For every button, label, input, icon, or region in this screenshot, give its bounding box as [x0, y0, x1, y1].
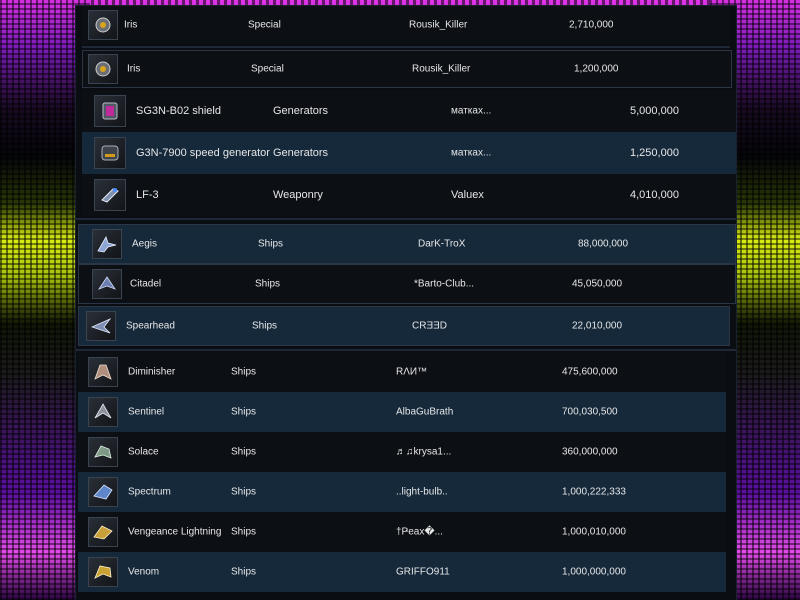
listing-row-citadel[interactable]: Citadel Ships *Barto-Club... 45,050,000 — [78, 264, 736, 304]
listing-category: Ships — [252, 320, 278, 332]
listing-name: Sentinel — [128, 406, 165, 418]
listing-seller: RΛИ™ — [396, 366, 428, 378]
row-divider — [76, 218, 736, 220]
ship-icon — [88, 557, 118, 587]
listing-seller: GRIFFO911 — [396, 566, 450, 578]
ship-icon — [88, 397, 118, 427]
listing-category: Ships — [231, 366, 257, 378]
listing-price: 45,050,000 — [572, 278, 623, 290]
listing-category: Ships — [231, 446, 257, 458]
listing-category: Generators — [273, 147, 329, 159]
ship-icon — [92, 229, 122, 259]
listing-price: 1,200,000 — [574, 63, 619, 75]
row-divider — [82, 46, 730, 48]
listing-row-spearhead[interactable]: Spearhead Ships CRƎƎD 22,010,000 — [78, 306, 730, 346]
listing-row-sg3n-b02-shield[interactable]: SG3N-B02 shield Generators матках... 5,0… — [82, 90, 736, 132]
listing-category: Weaponry — [273, 189, 323, 201]
shield-generator-icon — [94, 95, 126, 127]
listing-category: Generators — [273, 105, 329, 117]
listing-row-lf-3[interactable]: LF-3 Weaponry Valuex 4,010,000 — [82, 174, 736, 216]
listing-name: Vengeance Lightning — [128, 526, 222, 538]
listing-row-diminisher[interactable]: Diminisher Ships RΛИ™ 475,600,000 — [78, 352, 726, 392]
listing-price: 88,000,000 — [578, 238, 629, 250]
listing-seller: ♬♫krysa1... — [396, 446, 452, 458]
ship-icon — [88, 357, 118, 387]
ship-icon — [92, 269, 122, 299]
listing-name: Aegis — [132, 238, 158, 250]
listing-row-iris-2[interactable]: Iris Special Rousik_Killer 1,200,000 — [82, 50, 732, 88]
listing-name: Iris — [124, 19, 138, 31]
ship-icon — [88, 517, 118, 547]
listing-category: Special — [248, 19, 281, 31]
listing-name: Spectrum — [128, 486, 171, 498]
listing-category: Special — [251, 63, 284, 75]
drone-icon — [88, 54, 118, 84]
speed-generator-icon — [94, 137, 126, 169]
listing-seller: †Ҏeax�... — [396, 526, 443, 538]
ship-icon — [86, 311, 116, 341]
laser-cannon-icon — [94, 179, 126, 211]
listing-seller: Rousik_Killer — [412, 63, 471, 75]
listing-price: 360,000,000 — [562, 446, 618, 458]
listing-seller: Rousik_Killer — [409, 19, 468, 31]
listing-name: Diminisher — [128, 366, 176, 378]
listing-seller: *Barto-Club... — [414, 278, 475, 290]
listing-category: Ships — [258, 238, 284, 250]
listing-row-spectrum[interactable]: Spectrum Ships ..light-bulb.. 1,000,222,… — [78, 472, 726, 512]
listing-row-g3n-7900-speed-generator[interactable]: G3N-7900 speed generator Generators матк… — [82, 132, 736, 174]
listing-price: 5,000,000 — [630, 105, 679, 117]
drone-icon — [88, 10, 118, 40]
listing-row-aegis[interactable]: Aegis Ships DarK-TroX 88,000,000 — [78, 224, 736, 264]
listing-seller: Valuex — [451, 189, 484, 201]
ship-icon — [88, 437, 118, 467]
listing-seller: AlbaGuBrath — [396, 406, 454, 418]
listing-category: Ships — [231, 566, 257, 578]
listing-name: Spearhead — [126, 320, 175, 332]
listing-category: Ships — [255, 278, 281, 290]
listing-seller: ..light-bulb.. — [396, 486, 448, 498]
listing-name: Solace — [128, 446, 159, 458]
listing-row-vengeance-lightning[interactable]: Vengeance Lightning Ships †Ҏeax�... 1,00… — [78, 512, 726, 552]
listing-name: SG3N-B02 shield — [136, 105, 221, 117]
listing-row-iris-1[interactable]: Iris Special Rousik_Killer 2,710,000 — [82, 6, 730, 44]
listing-category: Ships — [231, 526, 257, 538]
listing-row-sentinel[interactable]: Sentinel Ships AlbaGuBrath 700,030,500 — [78, 392, 726, 432]
ship-icon — [88, 477, 118, 507]
listing-seller: матках... — [451, 105, 492, 117]
listing-name: G3N-7900 speed generator — [136, 147, 270, 159]
listing-price: 22,010,000 — [572, 320, 623, 332]
listing-seller: матках... — [451, 147, 492, 159]
listing-category: Ships — [231, 406, 257, 418]
listing-price: 1,250,000 — [630, 147, 679, 159]
listing-row-venom[interactable]: Venom Ships GRIFFO911 1,000,000,000 — [78, 552, 726, 592]
listing-name: Citadel — [130, 278, 162, 290]
listing-price: 1,000,010,000 — [562, 526, 626, 538]
listing-name: Venom — [128, 566, 160, 578]
listing-name: Iris — [127, 63, 141, 75]
auction-screen: Iris Special Rousik_Killer 2,710,000 Iri… — [0, 0, 800, 600]
listing-price: 1,000,000,000 — [562, 566, 626, 578]
listing-category: Ships — [231, 486, 257, 498]
listing-price: 475,600,000 — [562, 366, 618, 378]
listing-price: 1,000,222,333 — [562, 486, 626, 498]
listing-seller: CRƎƎD — [412, 320, 448, 332]
listing-name: LF-3 — [136, 189, 159, 201]
listing-price: 700,030,500 — [562, 406, 618, 418]
listing-seller: DarK-TroX — [418, 238, 466, 250]
listing-price: 4,010,000 — [630, 189, 679, 201]
listing-price: 2,710,000 — [569, 19, 614, 31]
listing-row-solace[interactable]: Solace Ships ♬♫krysa1... 360,000,000 — [78, 432, 726, 472]
row-divider — [76, 349, 736, 351]
auction-listing-panel: Iris Special Rousik_Killer 2,710,000 Iri… — [76, 6, 736, 600]
